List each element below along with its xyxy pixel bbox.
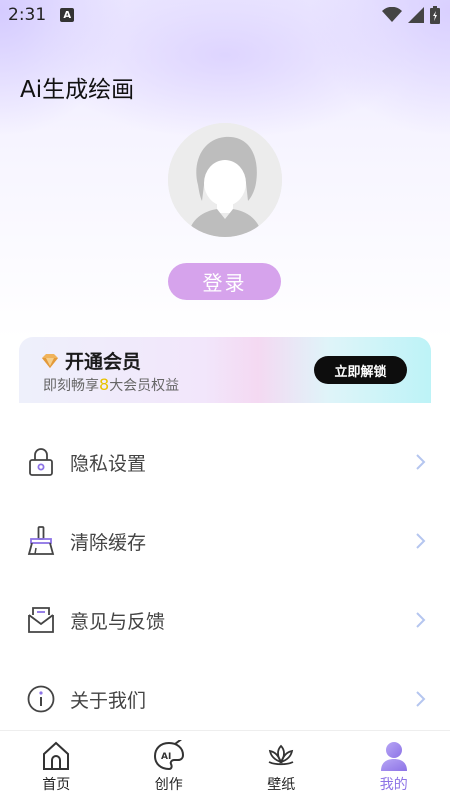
chevron-right-icon: [414, 453, 426, 471]
vip-title: 开通会员: [65, 347, 141, 374]
menu-label-privacy-settings: 隐私设置: [70, 449, 146, 476]
menu-label-clear-cache: 清除缓存: [70, 528, 146, 555]
tab-wallpaper[interactable]: 壁纸: [225, 731, 338, 801]
lotus-icon: [265, 740, 297, 772]
chevron-right-icon: [414, 690, 426, 708]
status-bar: 2:31 A: [0, 0, 450, 30]
menu-label-feedback: 意见与反馈: [70, 607, 165, 634]
tab-label-home: 首页: [42, 774, 70, 794]
menu-label-about-us: 关于我们: [70, 686, 146, 713]
chevron-right-icon: [414, 611, 426, 629]
menu-item-about-us[interactable]: 关于我们: [0, 669, 450, 729]
chevron-right-icon: [414, 532, 426, 550]
vip-benefit-count: 8: [99, 375, 109, 394]
menu-item-feedback[interactable]: 意见与反馈: [0, 590, 450, 650]
user-icon: [378, 740, 410, 772]
battery-icon: [430, 6, 440, 24]
broom-icon: [26, 526, 56, 556]
home-icon: [40, 740, 72, 772]
tab-create[interactable]: AI 创作: [113, 731, 226, 801]
diamond-icon: [41, 354, 59, 368]
signal-icon: [408, 7, 424, 23]
palette-icon: AI: [153, 740, 185, 772]
tab-label-wallpaper: 壁纸: [267, 774, 295, 794]
svg-text:AI: AI: [161, 752, 171, 762]
vip-subtitle-prefix: 即刻畅享: [43, 378, 99, 394]
login-button[interactable]: 登录: [168, 263, 281, 300]
mail-icon: [26, 605, 56, 635]
unlock-vip-button[interactable]: 立即解锁: [314, 356, 407, 384]
tab-label-mine: 我的: [380, 774, 408, 794]
menu-item-clear-cache[interactable]: 清除缓存: [0, 511, 450, 571]
notification-badge-icon: A: [60, 8, 74, 22]
vip-subtitle: 即刻畅享8大会员权益: [43, 375, 179, 395]
menu-item-privacy-settings[interactable]: 隐私设置: [0, 432, 450, 492]
avatar[interactable]: [168, 123, 282, 237]
page-title: Ai生成绘画: [20, 70, 134, 104]
vip-banner[interactable]: 开通会员 即刻畅享8大会员权益 立即解锁: [19, 337, 431, 403]
info-icon: [26, 684, 56, 714]
tab-mine[interactable]: 我的: [338, 731, 450, 801]
status-time: 2:31: [8, 5, 46, 25]
tab-label-create: 创作: [155, 774, 183, 794]
default-avatar-icon: [168, 123, 282, 237]
vip-subtitle-suffix: 大会员权益: [109, 378, 179, 394]
tab-home[interactable]: 首页: [0, 731, 113, 801]
bottom-tab-bar: 首页 AI 创作 壁纸 我的: [0, 730, 450, 801]
lock-icon: [26, 447, 56, 477]
wifi-icon: [382, 7, 402, 23]
